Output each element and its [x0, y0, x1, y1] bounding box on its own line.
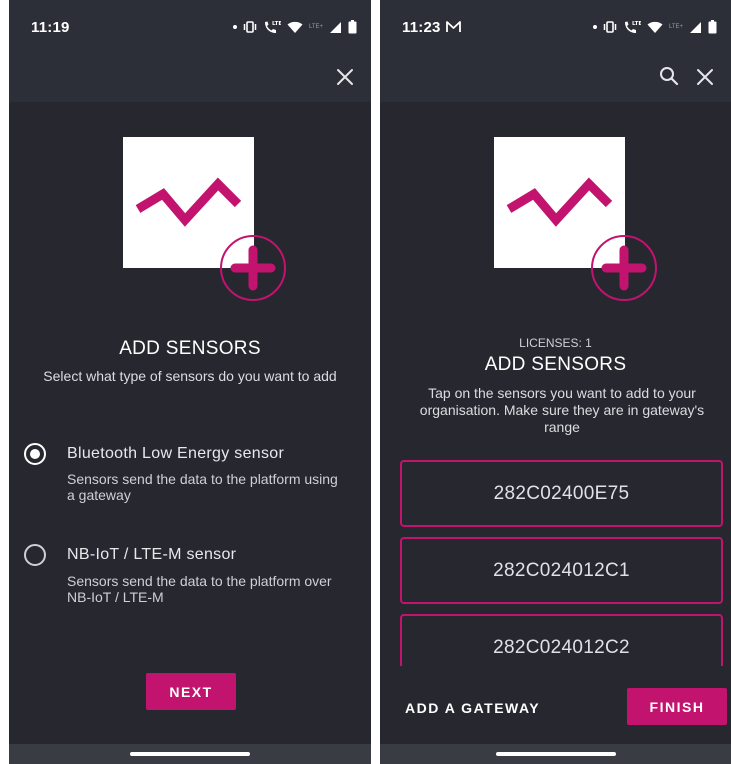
option-ble-title: Bluetooth Low Energy sensor: [67, 445, 285, 462]
network-label: LTE+: [308, 24, 323, 30]
page-title: ADD SENSORS: [119, 338, 261, 359]
app-bar: [9, 52, 371, 102]
status-icons: LTE LTE+: [592, 18, 717, 36]
app-bar: [380, 52, 731, 102]
call-lte-icon: LTE: [264, 21, 281, 33]
wifi-icon: [287, 21, 303, 33]
signal-icon: [330, 21, 341, 33]
dot-icon: [592, 25, 597, 29]
battery-icon: [708, 20, 717, 34]
add-sensor-illustration: [123, 137, 303, 307]
radio-nbiot[interactable]: [24, 544, 46, 566]
navigation-bar: [9, 744, 371, 764]
sensor-list[interactable]: 282C02400E75 282C024012C1 282C024012C2: [400, 458, 723, 666]
option-ble-description: Sensors send the data to the platform us…: [67, 471, 338, 503]
next-button[interactable]: NEXT: [146, 673, 236, 710]
vibrate-icon: [603, 21, 617, 33]
left-screen: 11:19 LTE LTE+ ADD SENSORS Select what t…: [9, 0, 371, 764]
dot-icon: [232, 25, 237, 29]
page-title: ADD SENSORS: [484, 354, 627, 375]
home-handle[interactable]: [495, 752, 616, 756]
sensor-item[interactable]: 282C024012C1: [400, 537, 723, 604]
add-gateway-button[interactable]: ADD A GATEWAY: [405, 700, 540, 716]
right-screen: 11:23 LTE LTE+ LICENSES: 1 ADD SENSORS T…: [380, 0, 731, 764]
status-time: 11:23: [402, 19, 441, 36]
battery-icon: [348, 20, 357, 34]
add-plus-icon: [591, 235, 657, 301]
radio-ble[interactable]: [24, 443, 46, 465]
page-subtitle: Tap on the sensors you want to add to yo…: [419, 385, 705, 435]
licenses-count: LICENSES: 1: [519, 336, 592, 350]
call-lte-icon: LTE: [624, 21, 641, 33]
status-time: 11:19: [31, 19, 70, 36]
option-ble[interactable]: Bluetooth Low Energy sensor Sensors send…: [9, 443, 371, 513]
sensor-item[interactable]: 282C024012C2: [400, 614, 723, 666]
mail-icon: [446, 21, 461, 32]
svg-text:LTE: LTE: [632, 21, 641, 27]
network-label: LTE+: [668, 24, 683, 30]
status-bar: 11:19 LTE LTE+: [9, 0, 371, 52]
add-plus-icon: [220, 235, 286, 301]
close-icon[interactable]: [333, 65, 357, 89]
close-icon[interactable]: [693, 65, 717, 89]
navigation-bar: [380, 744, 731, 764]
search-icon[interactable]: [657, 64, 681, 88]
page-subtitle: Select what type of sensors do you want …: [43, 368, 337, 384]
wifi-icon: [647, 21, 663, 33]
svg-text:LTE: LTE: [272, 21, 281, 27]
home-handle[interactable]: [130, 752, 250, 756]
option-nbiot[interactable]: NB-IoT / LTE-M sensor Sensors send the d…: [9, 544, 371, 614]
status-bar: 11:23 LTE LTE+: [380, 0, 731, 52]
signal-icon: [690, 21, 701, 33]
option-nbiot-title: NB-IoT / LTE-M sensor: [67, 546, 237, 563]
vibrate-icon: [243, 21, 257, 33]
finish-button[interactable]: FINISH: [627, 688, 727, 725]
option-nbiot-description: Sensors send the data to the platform ov…: [67, 573, 332, 605]
status-icons: LTE LTE+: [232, 18, 357, 36]
sensor-item[interactable]: 282C02400E75: [400, 460, 723, 527]
add-sensor-illustration: [494, 137, 674, 307]
